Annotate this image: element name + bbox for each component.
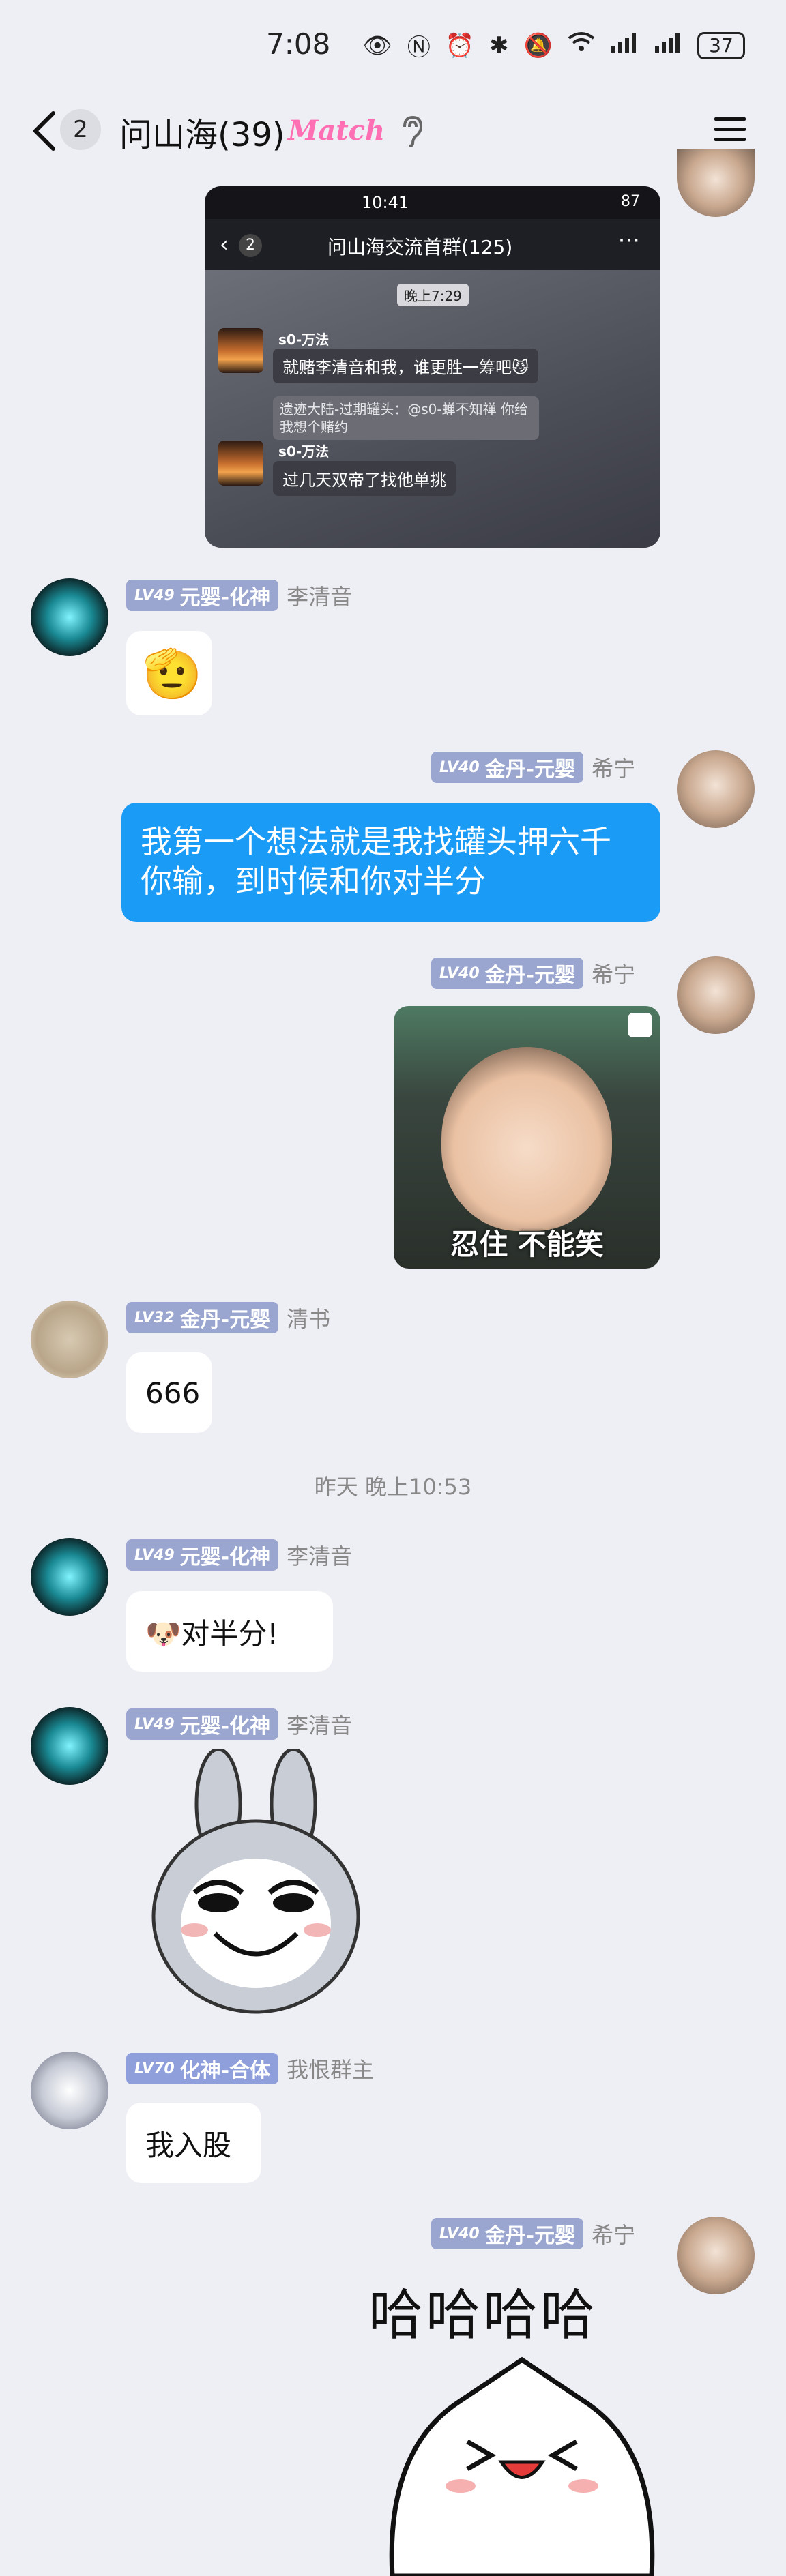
level-badge: LV40 金丹-元婴: [431, 752, 584, 783]
avatar[interactable]: [31, 2052, 108, 2129]
battery-indicator: 37: [697, 31, 745, 59]
screenshot-message: 就赌李清音和我，谁更胜一筹吧😼: [273, 349, 539, 383]
sender-meta: LV49 元婴-化神 李清音: [126, 1707, 352, 1741]
screenshot-quote: 遗迹大陆-过期罐头：@s0-蝉不知禅 你给我想个赌约: [273, 396, 539, 440]
alarm-icon: ⏰: [445, 31, 475, 59]
sender-name[interactable]: 我恨群主: [287, 2053, 374, 2084]
screenshot-sender-name: s0-万法: [278, 443, 330, 460]
sender-meta: LV49 元婴-化神 李清音: [126, 1538, 352, 1572]
screenshot-avatar: [218, 328, 263, 373]
my-message-bubble[interactable]: 我第一个想法就是我找罐头押六千 你输，到时候和你对半分: [121, 803, 660, 922]
menu-icon[interactable]: [713, 115, 747, 145]
level-badge: LV49 元婴-化神: [126, 1708, 279, 1740]
message-text-line: 你输，到时候和你对半分: [141, 863, 486, 900]
screenshot-battery: 87: [621, 193, 640, 210]
sender-name[interactable]: 希宁: [592, 958, 635, 989]
screenshot-sender-name: s0-万法: [278, 331, 330, 348]
message-text: 我入股: [145, 2128, 232, 2162]
sender-name[interactable]: 李清音: [287, 580, 352, 611]
signal-4g-icon: [610, 31, 639, 59]
bunny-sticker[interactable]: [140, 1749, 372, 2022]
screenshot-timestamp: 晚上7:29: [397, 284, 469, 306]
sticker-caption: 哈哈哈哈: [368, 2283, 598, 2347]
screenshot-image[interactable]: 10:41 87 ‹ 2 问山海交流首群(125) ··· 晚上7:29 s0-…: [205, 186, 660, 548]
nfc-icon: Ⓝ: [407, 34, 431, 61]
message-text-line: 我第一个想法就是我找罐头押六千: [141, 823, 611, 860]
level-badge: LV32 金丹-元婴: [126, 1302, 279, 1333]
message-bubble[interactable]: 🐶对半分!: [126, 1591, 333, 1672]
status-icons: 👁 Ⓝ ⏰ ✱ 🔕 37: [363, 29, 745, 62]
level-badge: LV49 元婴-化神: [126, 580, 279, 611]
image-tag-icon: [628, 1013, 652, 1037]
unread-count-badge[interactable]: 2: [60, 109, 101, 150]
status-time: 7:08: [266, 27, 331, 61]
screenshot-status-bar: 10:41 87: [205, 186, 660, 219]
sender-name[interactable]: 希宁: [592, 752, 635, 783]
screenshot-time: 10:41: [362, 193, 409, 212]
level-badge: LV49 元婴-化神: [126, 1539, 279, 1571]
sender-name[interactable]: 清书: [287, 1302, 330, 1333]
mute-icon: 🔕: [523, 31, 553, 59]
avatar[interactable]: [31, 1301, 108, 1378]
signal-5g-icon: [654, 31, 682, 59]
image-caption: 忍住 不能笑: [450, 1228, 604, 1261]
timestamp-divider: 昨天 晚上10:53: [314, 1474, 472, 1500]
back-arrow-icon[interactable]: [27, 109, 61, 153]
wifi-icon: [568, 31, 595, 59]
sender-meta: LV49 元婴-化神 李清音: [126, 578, 352, 612]
message-bubble[interactable]: 666: [126, 1352, 212, 1433]
message-text: 🐶对半分!: [145, 1616, 279, 1650]
level-badge: LV40 金丹-元婴: [431, 2218, 584, 2249]
message-bubble[interactable]: 我入股: [126, 2103, 261, 2183]
screenshot-header: ‹ 2 问山海交流首群(125) ···: [205, 219, 660, 270]
laughing-bun-sticker[interactable]: [379, 2346, 665, 2576]
screenshot-more-icon: ···: [617, 227, 640, 254]
match-logo[interactable]: Match: [288, 115, 385, 147]
ear-icon[interactable]: [399, 115, 426, 147]
message-text: 666: [145, 1376, 201, 1410]
sender-meta: LV70 化神-合体 我恨群主: [126, 2052, 374, 2086]
avatar[interactable]: [677, 2217, 755, 2294]
eye-icon: 👁: [362, 31, 392, 59]
screenshot-back-icon: ‹: [220, 231, 229, 257]
bluetooth-icon: ✱: [489, 31, 509, 59]
avatar[interactable]: [677, 750, 755, 828]
sender-name[interactable]: 李清音: [287, 1708, 352, 1740]
image-message[interactable]: 忍住 不能笑: [394, 1006, 660, 1269]
sender-name[interactable]: 李清音: [287, 1539, 352, 1571]
screenshot-chat-body: 晚上7:29 s0-万法 就赌李清音和我，谁更胜一筹吧😼 遗迹大陆-过期罐头：@…: [205, 270, 660, 548]
avatar[interactable]: [31, 578, 108, 656]
chat-header: 2 问山海(39) Match: [0, 89, 786, 174]
avatar[interactable]: [31, 1538, 108, 1616]
sender-meta: LV40 金丹-元婴 希宁: [431, 2217, 635, 2251]
screenshot-group-title: 问山海交流首群(125): [328, 236, 513, 258]
child-photo: [441, 1047, 612, 1231]
sender-name[interactable]: 希宁: [592, 2218, 635, 2249]
sender-meta: LV40 金丹-元婴 希宁: [431, 956, 635, 990]
status-bar: 7:08 👁 Ⓝ ⏰ ✱ 🔕 37: [0, 0, 786, 89]
avatar[interactable]: [31, 1707, 108, 1785]
chat-title[interactable]: 问山海(39): [119, 108, 285, 156]
avatar[interactable]: [677, 149, 755, 217]
sender-meta: LV40 金丹-元婴 希宁: [431, 750, 635, 784]
level-badge: LV70 化神-合体: [126, 2053, 279, 2084]
sender-meta: LV32 金丹-元婴 清书: [126, 1301, 330, 1335]
message-bubble[interactable]: 🫡: [126, 631, 212, 715]
screenshot-unread-badge: 2: [239, 234, 262, 257]
avatar[interactable]: [677, 956, 755, 1034]
screenshot-avatar: [218, 441, 263, 486]
screenshot-message: 过几天双帝了找他单挑: [273, 461, 456, 496]
salute-emoji: 🫡: [143, 646, 203, 702]
level-badge: LV40 金丹-元婴: [431, 958, 584, 989]
